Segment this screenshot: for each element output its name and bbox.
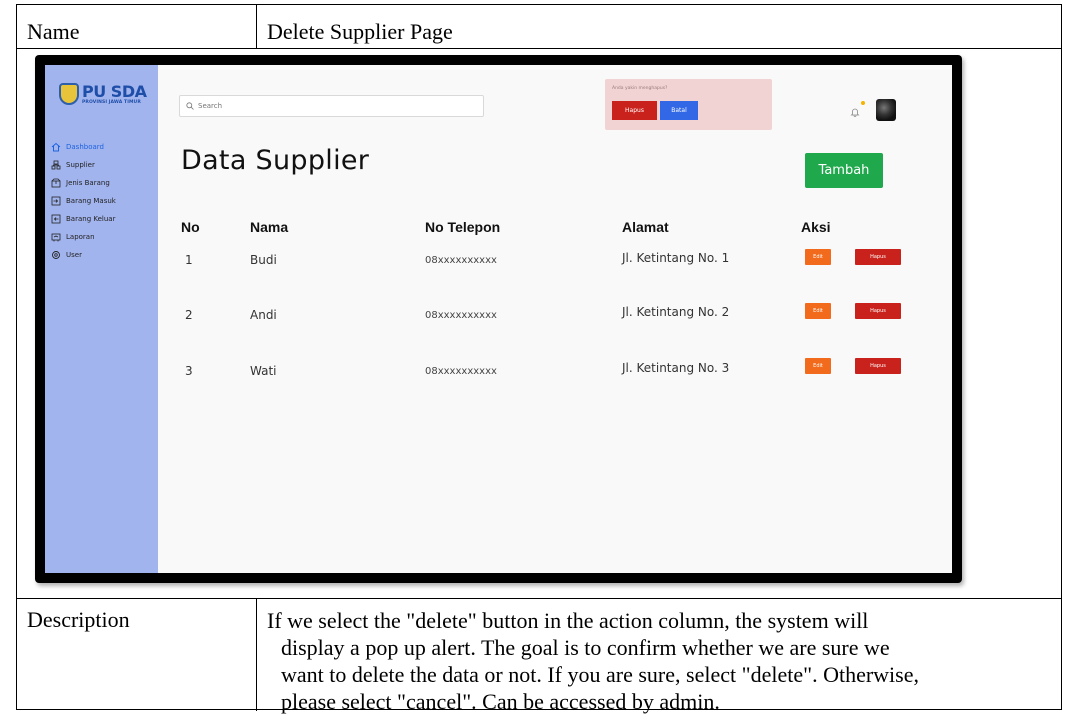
cell-nama: Wati bbox=[250, 364, 277, 378]
sidebar-item-laporan[interactable]: Laporan bbox=[51, 229, 116, 244]
description-line: display a pop up alert. The goal is to c… bbox=[281, 635, 890, 660]
screenshot-frame: PU SDA PROVINSI JAWA TIMUR Dashboard Sup… bbox=[35, 55, 962, 583]
cell-alamat: Jl. Ketintang No. 1 bbox=[622, 251, 730, 265]
page-name-value: Delete Supplier Page bbox=[267, 19, 453, 44]
page-title: Data Supplier bbox=[181, 145, 370, 176]
sidebar-item-jenis-barang[interactable]: Jenis Barang bbox=[51, 175, 116, 190]
column-header-telepon: No Telepon bbox=[425, 219, 501, 235]
search-icon bbox=[186, 102, 194, 110]
search-bar[interactable] bbox=[179, 95, 484, 117]
app-screen: PU SDA PROVINSI JAWA TIMUR Dashboard Sup… bbox=[45, 65, 952, 573]
sidebar-item-label: Laporan bbox=[66, 232, 95, 241]
sidebar-item-label: Barang Masuk bbox=[66, 196, 116, 205]
edit-button[interactable]: Edit bbox=[805, 249, 831, 265]
cell-no: 1 bbox=[185, 253, 193, 267]
delete-button[interactable]: Hapus bbox=[855, 303, 901, 319]
screenshot-row: PU SDA PROVINSI JAWA TIMUR Dashboard Sup… bbox=[17, 49, 1061, 599]
edit-button[interactable]: Edit bbox=[805, 303, 831, 319]
sidebar-item-dashboard[interactable]: Dashboard bbox=[51, 139, 116, 154]
province-emblem-icon bbox=[59, 83, 79, 105]
sidebar-item-label: User bbox=[66, 250, 82, 259]
description-line: please select "cancel". Can be accessed … bbox=[281, 689, 720, 714]
delete-confirm-alert: Anda yakin menghapus? Hapus Batal bbox=[605, 79, 772, 130]
cell-telepon: 08xxxxxxxxxx bbox=[425, 310, 497, 321]
sidebar-item-barang-masuk[interactable]: Barang Masuk bbox=[51, 193, 116, 208]
description-row: Description If we select the "delete" bu… bbox=[17, 599, 1061, 714]
bell-icon[interactable] bbox=[850, 107, 860, 117]
sidebar-item-label: Jenis Barang bbox=[66, 178, 110, 187]
cell-divider bbox=[256, 599, 257, 711]
add-supplier-button[interactable]: Tambah bbox=[805, 153, 883, 188]
alert-delete-button[interactable]: Hapus bbox=[612, 101, 657, 120]
sidebar-nav: Dashboard Supplier Jenis Barang Barang M… bbox=[51, 139, 116, 265]
report-icon bbox=[51, 232, 61, 242]
alert-message: Anda yakin menghapus? bbox=[612, 86, 668, 91]
logo-subtitle: PROVINSI JAWA TIMUR bbox=[82, 99, 141, 105]
cell-divider bbox=[256, 5, 257, 49]
cell-no: 3 bbox=[185, 364, 193, 378]
cell-alamat: Jl. Ketintang No. 3 bbox=[622, 361, 730, 375]
sidebar-item-user[interactable]: User bbox=[51, 247, 116, 262]
notification-dot bbox=[861, 101, 865, 105]
description-line: want to delete the data or not. If you a… bbox=[281, 662, 919, 687]
sidebar-item-label: Supplier bbox=[66, 160, 95, 169]
box-icon bbox=[51, 178, 61, 188]
sidebar-item-barang-keluar[interactable]: Barang Keluar bbox=[51, 211, 116, 226]
name-row: Name Delete Supplier Page bbox=[17, 5, 1061, 49]
sidebar-item-supplier[interactable]: Supplier bbox=[51, 157, 116, 172]
cell-telepon: 08xxxxxxxxxx bbox=[425, 366, 497, 377]
name-label: Name bbox=[27, 19, 80, 44]
cell-nama: Budi bbox=[250, 253, 277, 267]
logo-title: PU SDA bbox=[82, 81, 147, 101]
description-line: If we select the "delete" button in the … bbox=[267, 608, 869, 633]
outbox-icon bbox=[51, 214, 61, 224]
delete-button[interactable]: Hapus bbox=[855, 358, 901, 374]
cell-telepon: 08xxxxxxxxxx bbox=[425, 255, 497, 266]
description-text: If we select the "delete" button in the … bbox=[267, 607, 1053, 715]
cell-alamat: Jl. Ketintang No. 2 bbox=[622, 305, 730, 319]
column-header-nama: Nama bbox=[250, 219, 289, 235]
document-table: Name Delete Supplier Page PU SDA PROVINS… bbox=[16, 4, 1062, 714]
cell-no: 2 bbox=[185, 308, 193, 322]
sidebar-item-label: Dashboard bbox=[66, 142, 104, 151]
logo: PU SDA PROVINSI JAWA TIMUR bbox=[59, 81, 147, 105]
cell-nama: Andi bbox=[250, 308, 277, 322]
search-input[interactable] bbox=[198, 102, 478, 110]
alert-cancel-button[interactable]: Batal bbox=[660, 101, 698, 120]
avatar[interactable] bbox=[876, 99, 896, 121]
delete-button[interactable]: Hapus bbox=[855, 249, 901, 265]
sidebar: PU SDA PROVINSI JAWA TIMUR Dashboard Sup… bbox=[45, 65, 158, 573]
supplier-icon bbox=[51, 160, 61, 170]
column-header-alamat: Alamat bbox=[622, 219, 669, 235]
column-header-aksi: Aksi bbox=[801, 219, 831, 235]
sidebar-item-label: Barang Keluar bbox=[66, 214, 116, 223]
edit-button[interactable]: Edit bbox=[805, 358, 831, 374]
description-label: Description bbox=[27, 607, 130, 632]
user-gear-icon bbox=[51, 250, 61, 260]
column-header-no: No bbox=[181, 219, 200, 235]
inbox-icon bbox=[51, 196, 61, 206]
home-icon bbox=[51, 142, 61, 152]
